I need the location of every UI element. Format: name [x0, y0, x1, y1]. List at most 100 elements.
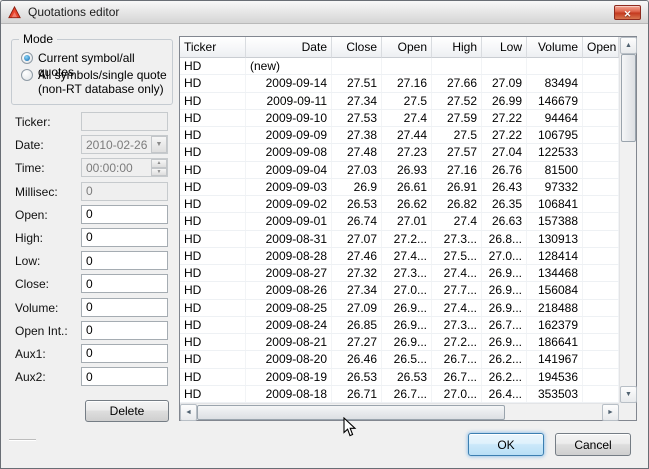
titlebar[interactable]: Quotations editor ✕: [1, 1, 648, 24]
form-row-open: Open:: [1, 204, 179, 227]
column-header-ticker[interactable]: Ticker: [180, 37, 246, 58]
scroll-right-button[interactable]: ►: [602, 404, 619, 421]
input-aux2[interactable]: [81, 367, 168, 386]
table-row[interactable]: HD2009-09-0126.7427.0127.426.63157388: [180, 213, 619, 230]
scroll-right-icon: ►: [607, 409, 614, 416]
column-header-low[interactable]: Low: [482, 37, 527, 58]
table-row[interactable]: HD2009-08-1826.7126.7...27.0...26.4...35…: [180, 386, 619, 403]
table-row[interactable]: HD2009-08-2727.3227.3...27.4...26.9...13…: [180, 265, 619, 282]
scroll-left-icon: ◄: [185, 409, 192, 416]
table-row[interactable]: HD2009-09-0427.0326.9327.1626.7681500: [180, 162, 619, 179]
cell-date: 2009-08-25: [246, 300, 332, 316]
horizontal-scrollbar[interactable]: ◄ ►: [180, 403, 619, 420]
table-row[interactable]: HD(new): [180, 58, 619, 75]
table-row[interactable]: HD2009-08-2127.2726.9...27.2...26.9...18…: [180, 334, 619, 351]
cell-close: 27.34: [332, 93, 382, 109]
input-aux1[interactable]: [81, 344, 168, 363]
cell-ticker: HD: [180, 334, 246, 350]
cell-high: 27.0...: [432, 386, 482, 402]
input-ticker: [81, 112, 168, 131]
column-header-close[interactable]: Close: [332, 37, 382, 58]
table-row[interactable]: HD2009-09-1127.3427.527.5226.99146679: [180, 93, 619, 110]
cell-high: 27.57: [432, 144, 482, 160]
time-spin-up-icon: ▲: [151, 159, 167, 168]
field-label-aux1: Aux1:: [15, 347, 46, 361]
table-row[interactable]: HD2009-09-0226.5326.6226.8226.35106841: [180, 196, 619, 213]
cell-close: 26.74: [332, 213, 382, 229]
scrollbar-corner: [619, 403, 636, 420]
table-row[interactable]: HD2009-08-2026.4626.5...26.7...26.2...14…: [180, 351, 619, 368]
column-header-volume[interactable]: Volume: [527, 37, 583, 58]
cell-low: 27.04: [482, 144, 527, 160]
form-row-millisec: Millisec:: [1, 181, 179, 204]
scroll-down-icon: ▼: [625, 391, 632, 398]
scroll-left-button[interactable]: ◄: [180, 404, 197, 421]
table-row[interactable]: HD2009-09-0927.3827.4427.527.22106795: [180, 127, 619, 144]
input-high[interactable]: [81, 228, 168, 247]
radio-unselected-icon[interactable]: [21, 69, 33, 81]
cell-high: 27.66: [432, 75, 482, 91]
cell-volume: 128414: [527, 248, 583, 264]
table-row[interactable]: HD2009-08-2527.0926.9...27.4...26.9...21…: [180, 300, 619, 317]
table-row[interactable]: HD2009-08-1926.5326.5326.7...26.2...1945…: [180, 369, 619, 386]
field-label-close: Close:: [15, 277, 49, 291]
column-header-high[interactable]: High: [432, 37, 482, 58]
cell-date: 2009-09-02: [246, 196, 332, 212]
cell-low: 26.9...: [482, 300, 527, 316]
cell-open-i: [583, 248, 619, 264]
column-header-open[interactable]: Open: [382, 37, 432, 58]
cell-ticker: HD: [180, 127, 246, 143]
cell-close: 26.9: [332, 179, 382, 195]
cell-open-i: [583, 110, 619, 126]
cell-low: 26.63: [482, 213, 527, 229]
close-button[interactable]: ✕: [614, 5, 641, 20]
scroll-down-button[interactable]: ▼: [620, 386, 637, 403]
scroll-up-button[interactable]: ▲: [620, 37, 637, 54]
vertical-scrollbar[interactable]: ▲ ▼: [619, 37, 636, 403]
delete-button[interactable]: Delete: [85, 400, 169, 422]
field-label-open-int: Open Int.:: [15, 324, 68, 338]
vertical-scrollbar-thumb[interactable]: [621, 54, 636, 142]
radio-selected-icon[interactable]: [21, 52, 33, 64]
cell-open-i: [583, 93, 619, 109]
cell-low: 26.9...: [482, 282, 527, 298]
window-title: Quotations editor: [28, 5, 119, 19]
column-header-date[interactable]: Date: [246, 37, 332, 58]
cell-open-i: [583, 386, 619, 402]
column-header-open-i[interactable]: Open I.: [583, 37, 619, 58]
input-volume[interactable]: [81, 298, 168, 317]
input-close[interactable]: [81, 274, 168, 293]
table-row[interactable]: HD2009-08-2627.3427.0...27.7...26.9...15…: [180, 282, 619, 299]
table-row[interactable]: HD2009-08-3127.0727.2...27.3...26.8...13…: [180, 231, 619, 248]
cell-high: 27.52: [432, 93, 482, 109]
cell-ticker: HD: [180, 317, 246, 333]
input-low[interactable]: [81, 251, 168, 270]
cell-open: 26.9...: [382, 334, 432, 350]
cell-high: 27.16: [432, 162, 482, 178]
table-row[interactable]: HD2009-09-0827.4827.2327.5727.04122533: [180, 144, 619, 161]
cell-close: 27.03: [332, 162, 382, 178]
cell-date: 2009-09-04: [246, 162, 332, 178]
cell-date: 2009-08-21: [246, 334, 332, 350]
cell-open: 27.0...: [382, 282, 432, 298]
cell-ticker: HD: [180, 213, 246, 229]
field-label-ticker: Ticker:: [15, 115, 51, 129]
separator-line: [9, 439, 36, 441]
horizontal-scrollbar-thumb[interactable]: [197, 405, 505, 420]
input-open-int[interactable]: [81, 321, 168, 340]
cell-date: 2009-08-24: [246, 317, 332, 333]
cell-date: 2009-08-27: [246, 265, 332, 281]
table-row[interactable]: HD2009-09-0326.926.6126.9126.4397332: [180, 179, 619, 196]
input-open[interactable]: [81, 205, 168, 224]
table-row[interactable]: HD2009-09-1027.5327.427.5927.2294464: [180, 110, 619, 127]
cancel-button[interactable]: Cancel: [555, 433, 631, 456]
radio-all-symbols[interactable]: All symbols/single quote (non-RT databas…: [21, 68, 170, 96]
form-row-ticker: Ticker:: [1, 111, 179, 134]
cell-open-i: [583, 179, 619, 195]
cell-high: 27.5: [432, 127, 482, 143]
table-row[interactable]: HD2009-09-1427.5127.1627.6627.0983494: [180, 75, 619, 92]
cell-open: 26.53: [382, 369, 432, 385]
table-row[interactable]: HD2009-08-2426.8526.9...27.3...26.7...16…: [180, 317, 619, 334]
ok-button[interactable]: OK: [468, 433, 544, 456]
table-row[interactable]: HD2009-08-2827.4627.4...27.5...27.0...12…: [180, 248, 619, 265]
